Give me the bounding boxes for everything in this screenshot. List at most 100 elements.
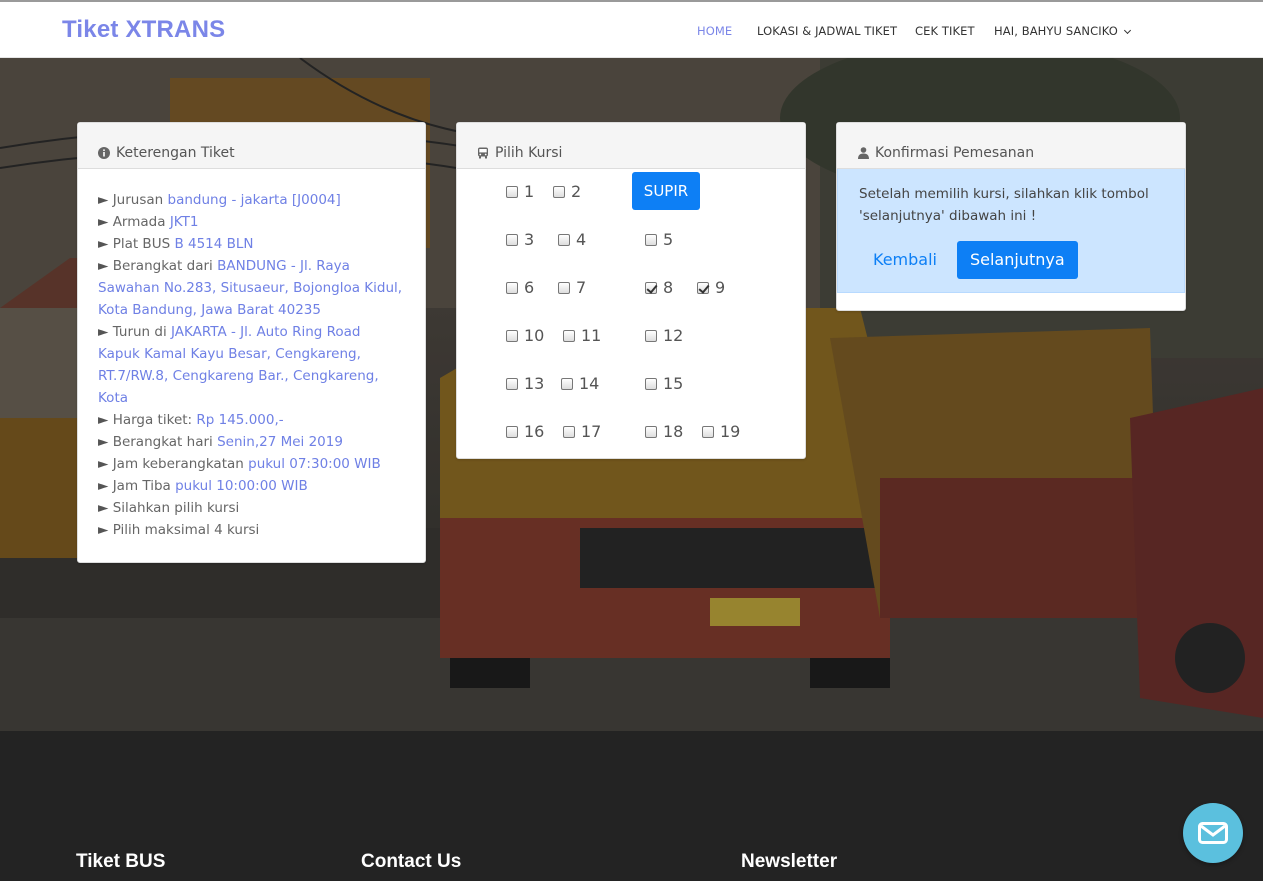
seat-option: 16 [506, 422, 544, 441]
ticket-info-row: ► Jam Tiba pukul 10:00:00 WIB [98, 475, 405, 497]
seat-checkbox[interactable] [506, 329, 518, 342]
triangle-bullet-icon: ► [98, 522, 113, 538]
triangle-bullet-icon: ► [98, 236, 113, 252]
seat-number: 5 [663, 230, 674, 249]
seat-option: 6 [506, 278, 534, 297]
seat-checkbox[interactable] [702, 425, 714, 438]
triangle-bullet-icon: ► [98, 456, 113, 472]
back-button[interactable]: Kembali [859, 241, 951, 279]
info-label: Jurusan [112, 192, 164, 208]
triangle-bullet-icon: ► [98, 324, 113, 340]
seat-checkbox[interactable] [563, 329, 575, 342]
footer-title-newsletter: Newsletter [741, 851, 838, 872]
panel-heading: Keterengan Tiket [78, 123, 425, 169]
seat-number: 12 [663, 326, 684, 345]
brand-logo[interactable]: Tiket XTRANS [62, 16, 225, 44]
info-icon [98, 146, 110, 159]
info-label: Turun di [112, 324, 167, 340]
seat-checkbox[interactable] [506, 281, 518, 294]
seat-option: 8 [645, 278, 673, 297]
envelope-icon [1198, 822, 1228, 844]
nav-item-lokasi-jadwal[interactable]: LOKASI & JADWAL TIKET [757, 24, 897, 38]
seat-option: 17 [563, 422, 601, 441]
nav-item-user-menu[interactable]: HAI, BAHYU SANCIKO [994, 24, 1131, 38]
seat-checkbox[interactable] [645, 281, 657, 294]
user-menu-label: HAI, BAHYU SANCIKO [994, 24, 1118, 38]
navbar: Tiket XTRANS HOME LOKASI & JADWAL TIKET … [0, 0, 1263, 58]
seat-checkbox[interactable] [645, 425, 657, 438]
next-button[interactable]: Selanjutnya [956, 241, 1078, 279]
info-label: Berangkat dari [112, 258, 213, 274]
seat-checkbox[interactable] [563, 425, 575, 438]
seat-checkbox[interactable] [645, 329, 657, 342]
seat-option: 15 [645, 374, 683, 393]
chat-message-button[interactable] [1183, 803, 1243, 863]
seat-number: 14 [579, 374, 600, 393]
seat-checkbox[interactable] [506, 377, 518, 390]
ticket-info-list: ► Jurusan bandung - jakarta [J0004] ► Arm… [78, 169, 425, 541]
seat-option: 18 [645, 422, 683, 441]
seat-number: 11 [581, 326, 602, 345]
seat-option: 9 [697, 278, 725, 297]
seat-number: 2 [571, 182, 582, 201]
seat-option: 7 [558, 278, 586, 297]
ticket-info-row: ► Harga tiket: Rp 145.000,- [98, 409, 405, 431]
triangle-bullet-icon: ► [98, 500, 113, 516]
driver-seat-button: SUPIR [632, 172, 700, 210]
panel-heading: Pilih Kursi [457, 123, 805, 169]
ticket-info-row: ► Plat BUS B 4514 BLN [98, 233, 405, 255]
ticket-info-row: ► Turun di JAKARTA - Jl. Auto Ring Road … [98, 321, 405, 409]
footer: Tiket BUS Contact Us Newsletter [0, 731, 1263, 881]
seat-number: 10 [524, 326, 545, 345]
info-label: Plat BUS [112, 236, 171, 252]
seat-checkbox[interactable] [645, 377, 657, 390]
panel-title: Pilih Kursi [495, 144, 563, 161]
seat-option: 2 [553, 182, 581, 201]
info-value: pukul 10:00:00 WIB [175, 478, 308, 494]
info-label: Jam keberangkatan [112, 456, 244, 472]
seat-checkbox[interactable] [506, 425, 518, 438]
ticket-info-row: ► Pilih maksimal 4 kursi [98, 519, 405, 541]
triangle-bullet-icon: ► [98, 258, 113, 274]
ticket-info-row: ► Silahkan pilih kursi [98, 497, 405, 519]
seat-number: 3 [524, 230, 535, 249]
seat-option: 13 [506, 374, 544, 393]
seat-number: 1 [524, 182, 535, 201]
footer-title-tiket-bus: Tiket BUS [76, 851, 166, 872]
booking-confirm-panel: Konfirmasi Pemesanan Setelah memilih kur… [836, 122, 1186, 311]
ticket-info-row: ► Berangkat hari Senin,27 Mei 2019 [98, 431, 405, 453]
footer-title-contact: Contact Us [361, 851, 462, 872]
info-value: JKT1 [169, 214, 199, 230]
seat-option: 10 [506, 326, 544, 345]
seat-number: 15 [663, 374, 684, 393]
info-label: Harga tiket: [112, 412, 193, 428]
ticket-info-row: ► Jam keberangkatan pukul 07:30:00 WIB [98, 453, 405, 475]
seat-checkbox[interactable] [558, 233, 570, 246]
nav-item-cek-tiket[interactable]: CEK TIKET [915, 24, 975, 38]
seat-number: 6 [524, 278, 535, 297]
seat-number: 13 [524, 374, 545, 393]
confirm-actions: Kembali Selanjutnya [859, 241, 1164, 279]
seat-number: 17 [581, 422, 602, 441]
info-label: Jam Tiba [112, 478, 171, 494]
seat-checkbox[interactable] [697, 281, 709, 294]
info-value: B 4514 BLN [174, 236, 254, 252]
seat-grid: SUPIR 1 2 3 4 5 6 7 8 9 10 11 12 13 14 15 16 17 18 19 [457, 169, 805, 459]
seat-checkbox[interactable] [506, 185, 518, 198]
nav-item-home[interactable]: HOME [697, 24, 732, 38]
bus-icon [477, 147, 489, 159]
seat-checkbox[interactable] [553, 185, 565, 198]
panel-title: Konfirmasi Pemesanan [875, 144, 1035, 161]
seat-number: 4 [576, 230, 587, 249]
seat-checkbox[interactable] [558, 281, 570, 294]
info-label: Silahkan pilih kursi [112, 500, 240, 516]
seat-checkbox[interactable] [645, 233, 657, 246]
confirm-message: Setelah memilih kursi, silahkan klik tom… [859, 186, 1149, 224]
user-icon [857, 146, 869, 159]
seat-number: 19 [720, 422, 741, 441]
info-value: Senin,27 Mei 2019 [217, 434, 343, 450]
seat-option: 11 [563, 326, 601, 345]
seat-checkbox[interactable] [561, 377, 573, 390]
info-value: Rp 145.000,- [196, 412, 284, 428]
seat-checkbox[interactable] [506, 233, 518, 246]
